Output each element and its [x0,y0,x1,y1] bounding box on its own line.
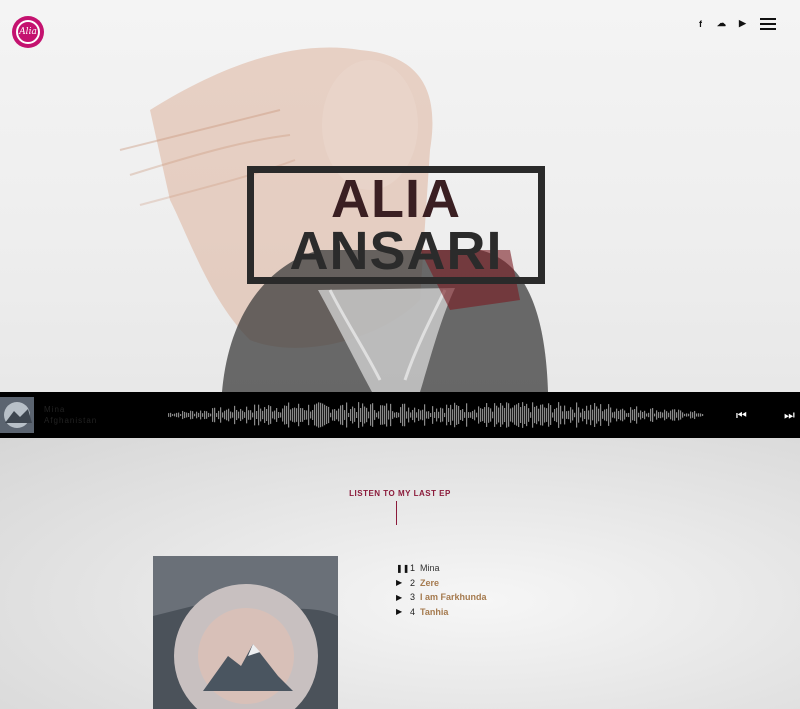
logo[interactable]: Alia [12,16,44,48]
youtube-icon[interactable]: ▶ [738,18,747,29]
list-item[interactable]: ❚❚ 1 Mina [396,561,487,576]
pause-icon[interactable]: ❚❚ [396,564,410,573]
play-icon[interactable]: ▶ [396,593,410,602]
facebook-icon[interactable]: f [696,19,705,29]
ep-heading: LISTEN TO MY LAST EP [349,489,451,498]
hamburger-menu-icon[interactable] [760,18,776,30]
ep-section: LISTEN TO MY LAST EP ❚❚ 1 Mina ▶ 2 Zere … [0,438,800,709]
track-title[interactable]: Tanhia [420,607,448,617]
track-number: 2 [410,577,416,588]
audio-player-bar: Mina Afghanistan ⏮ ⏭ [0,392,800,438]
play-icon[interactable]: ▶ [396,578,410,587]
tracklist: ❚❚ 1 Mina ▶ 2 Zere ▶ 3 I am Farkhunda ▶ … [396,561,487,619]
logo-text: Alia [16,20,40,44]
player-track-title: Mina [44,405,66,414]
track-number: 3 [410,592,416,603]
list-item[interactable]: ▶ 3 I am Farkhunda [396,590,487,605]
previous-track-button[interactable]: ⏮ [736,408,747,423]
list-item[interactable]: ▶ 4 Tanhia [396,605,487,620]
social-links: f ☁ ▶ [696,18,747,29]
soundcloud-icon[interactable]: ☁ [717,18,726,29]
track-number: 1 [410,563,416,574]
divider-line [396,501,397,525]
hero-title-line2: ANSARI [289,221,503,281]
hero-title-line1: ALIA [331,169,461,229]
play-icon[interactable]: ▶ [396,607,410,616]
ep-cover-art [153,556,338,709]
list-item[interactable]: ▶ 2 Zere [396,576,487,591]
next-track-button[interactable]: ⏭ [784,408,795,423]
hero-title-box: ALIA ANSARI [247,166,545,284]
waveform[interactable] [168,400,704,430]
hero-section: Alia f ☁ ▶ ALIA ANSARI [0,0,800,392]
track-number: 4 [410,606,416,617]
track-title[interactable]: Zere [420,578,439,588]
player-track-info: Mina Afghanistan [44,404,97,426]
track-title[interactable]: I am Farkhunda [420,592,487,602]
track-title[interactable]: Mina [420,563,440,573]
player-cover-thumbnail [0,397,34,433]
player-track-artist: Afghanistan [44,416,98,425]
